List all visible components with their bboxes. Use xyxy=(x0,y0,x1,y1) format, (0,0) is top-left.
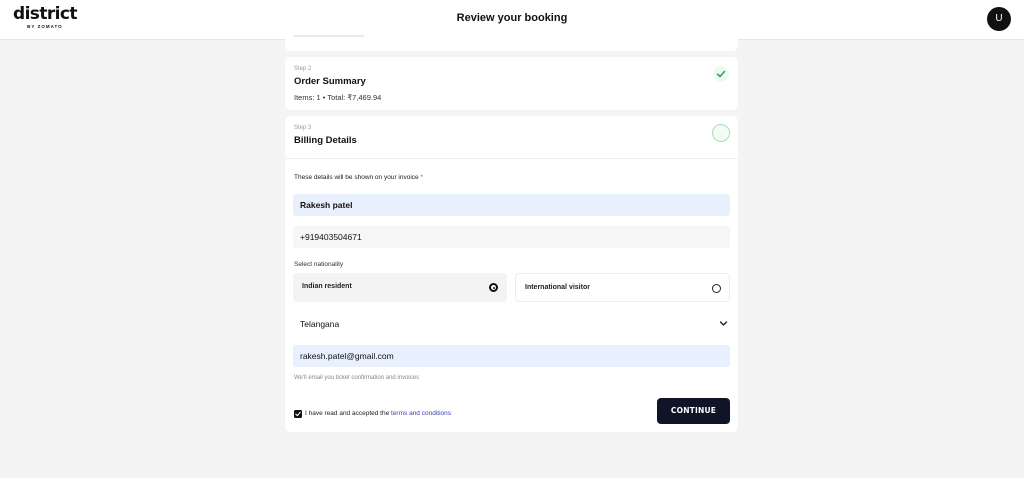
required-asterisk: * xyxy=(420,174,423,181)
continue-button[interactable]: CONTINUE xyxy=(657,398,730,424)
section-divider xyxy=(285,158,738,159)
logo-tagline: BY ZOMATO xyxy=(27,24,63,29)
terms-checkbox[interactable] xyxy=(294,410,302,418)
billing-details-title: Billing Details xyxy=(294,135,357,146)
terms-label: I have read and accepted the terms and c… xyxy=(305,410,451,417)
order-summary-meta: Items: 1 • Total: ₹7,469.94 xyxy=(294,93,382,102)
order-summary-card[interactable]: Step 2 Order Summary Items: 1 • Total: ₹… xyxy=(285,57,738,110)
name-input[interactable]: Rakesh patel xyxy=(293,194,730,216)
check-icon xyxy=(713,66,729,82)
invoice-note: These details will be shown on your invo… xyxy=(294,174,423,181)
nationality-option-label: International visitor xyxy=(525,284,590,291)
phone-input[interactable]: +919403504671 xyxy=(293,226,730,248)
user-avatar[interactable]: U xyxy=(987,7,1011,31)
nationality-option-indian-resident[interactable]: Indian resident xyxy=(293,273,507,302)
radio-unselected-icon[interactable] xyxy=(712,284,721,293)
billing-details-card: Step 3 Billing Details These details wil… xyxy=(285,116,738,432)
email-helper-text: We'll email you ticket confirmation and … xyxy=(294,375,420,381)
pending-circle-icon xyxy=(712,124,730,142)
order-step-label: Step 2 xyxy=(294,66,312,72)
email-input[interactable]: rakesh.patel@gmail.com xyxy=(293,345,730,367)
billing-step-label: Step 3 xyxy=(294,125,312,131)
state-select[interactable]: Telangana xyxy=(293,314,730,334)
previous-step-card xyxy=(285,30,738,51)
invoice-note-text: These details will be shown on your invo… xyxy=(294,174,419,181)
nationality-option-international-visitor[interactable]: International visitor xyxy=(515,273,730,302)
chevron-down-icon xyxy=(719,321,728,326)
page-title: Review your booking xyxy=(456,12,568,24)
nationality-label: Select nationality xyxy=(294,261,344,268)
nationality-option-label: Indian resident xyxy=(302,283,352,290)
state-select-value: Telangana xyxy=(300,319,340,329)
order-summary-title: Order Summary xyxy=(294,76,366,87)
previous-step-text-fragment xyxy=(294,35,364,37)
terms-prefix: I have read and accepted the xyxy=(305,410,390,417)
terms-link[interactable]: terms and conditions xyxy=(391,410,451,417)
radio-selected-icon[interactable] xyxy=(489,283,498,292)
